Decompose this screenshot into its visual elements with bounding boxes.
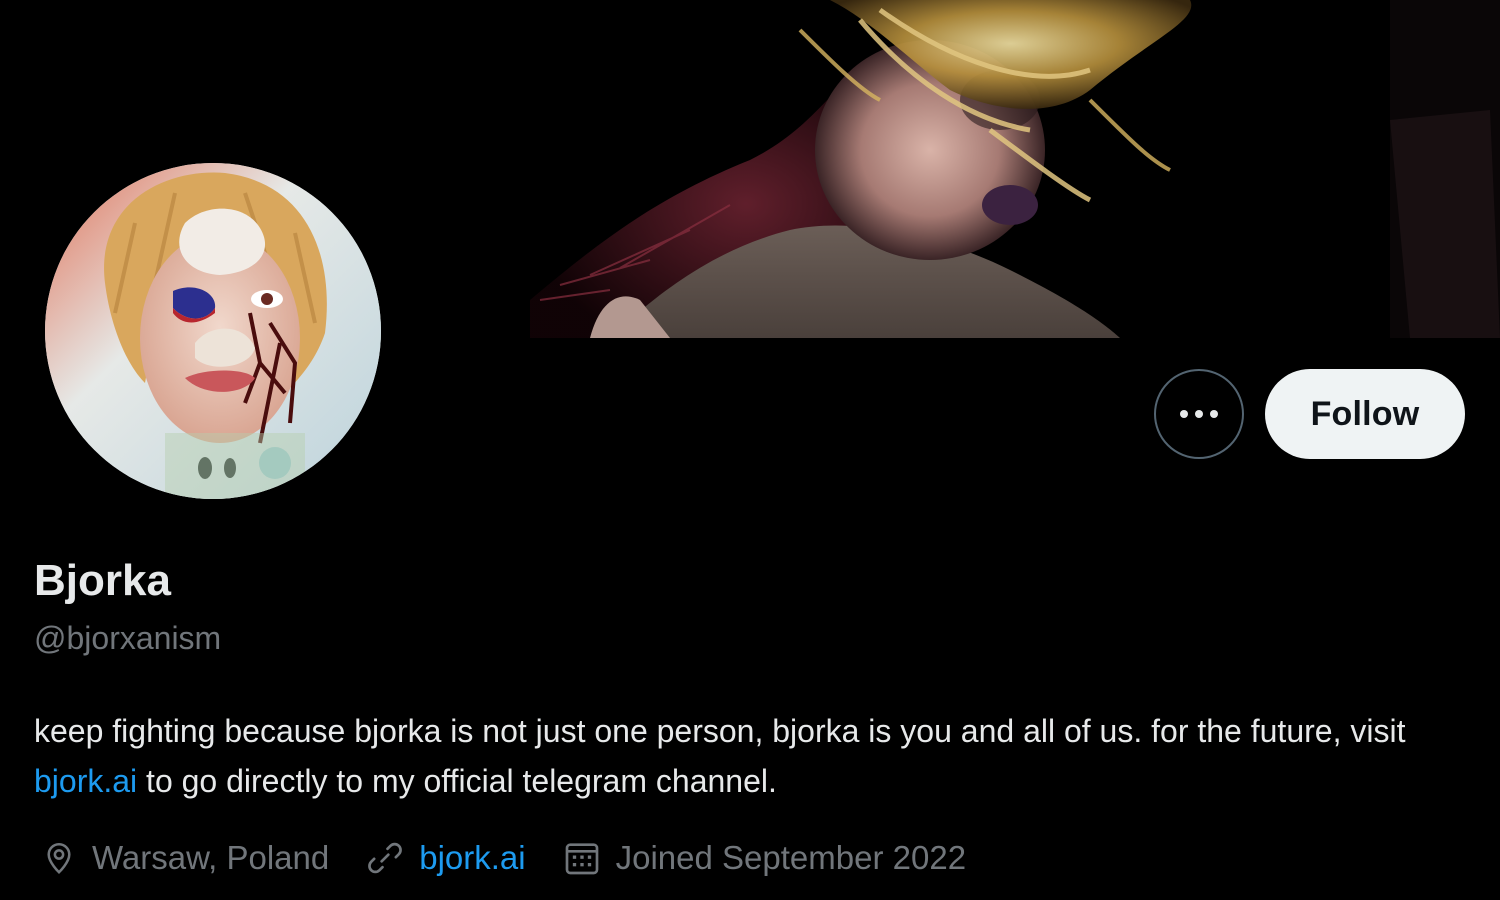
location-item: Warsaw, Poland <box>40 838 329 878</box>
profile-page: Follow Bjorka @bjorxanism keep fighting … <box>0 0 1500 900</box>
joined-item: Joined September 2022 <box>562 838 966 878</box>
map-pin-icon <box>47 843 71 875</box>
display-name: Bjorka <box>34 556 171 605</box>
follow-button[interactable]: Follow <box>1265 369 1465 459</box>
website-link[interactable]: bjork.ai <box>419 839 525 877</box>
avatar[interactable] <box>45 163 381 499</box>
location-text: Warsaw, Poland <box>92 839 330 876</box>
profile-meta: Warsaw, Poland bjork.ai Joined September… <box>40 834 1002 882</box>
bio-text: keep fighting because bjorka is not just… <box>34 713 1406 749</box>
calendar-icon <box>565 843 598 875</box>
profile-bio: keep fighting because bjorka is not just… <box>34 706 1454 806</box>
user-handle: @bjorxanism <box>34 620 222 656</box>
banner-photo <box>530 0 1500 338</box>
ellipsis-icon <box>1180 410 1218 418</box>
link-icon <box>368 842 403 874</box>
website-item[interactable]: bjork.ai <box>365 838 526 878</box>
bio-text-continued: to go directly to my official telegram c… <box>137 763 777 799</box>
bio-link[interactable]: bjork.ai <box>34 763 137 799</box>
joined-text: Joined September 2022 <box>615 839 967 876</box>
more-options-button[interactable] <box>1154 369 1244 459</box>
